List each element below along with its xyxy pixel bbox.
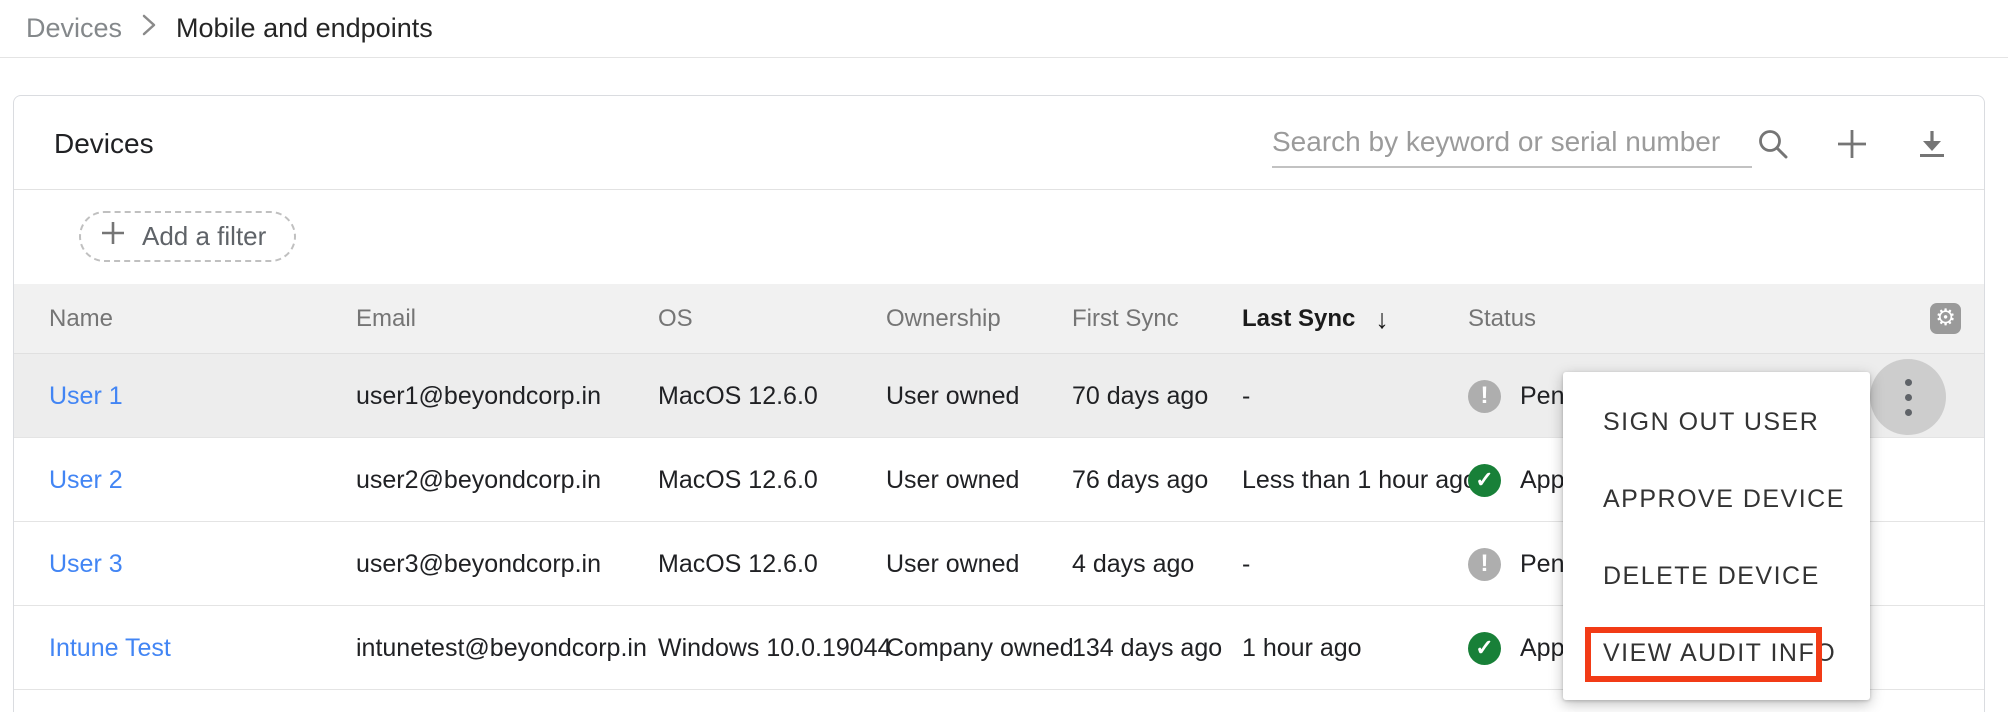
- device-name-link[interactable]: Intune Test: [49, 634, 171, 663]
- device-name-link[interactable]: User 1: [49, 382, 123, 411]
- column-header-last-sync[interactable]: Last Sync ↓: [1242, 284, 1389, 354]
- row-context-menu: SIGN OUT USER APPROVE DEVICE DELETE DEVI…: [1563, 372, 1870, 700]
- device-os: MacOS 12.6.0: [658, 354, 818, 438]
- card-header-divider: [14, 189, 1984, 190]
- device-ownership: User owned: [886, 438, 1019, 522]
- device-first-sync: 76 days ago: [1072, 438, 1208, 522]
- card-title: Devices: [54, 128, 154, 160]
- add-filter-button[interactable]: Add a filter: [79, 211, 296, 262]
- pending-status-icon: !: [1468, 380, 1501, 413]
- manage-columns-icon[interactable]: ⚙: [1930, 303, 1961, 334]
- pending-status-icon: !: [1468, 548, 1501, 581]
- device-last-sync: Less than 1 hour ago: [1242, 438, 1477, 522]
- add-icon[interactable]: [1828, 120, 1876, 168]
- device-email: user3@beyondcorp.in: [356, 522, 601, 606]
- device-os: MacOS 12.6.0: [658, 522, 818, 606]
- device-ownership: User owned: [886, 354, 1019, 438]
- device-name-link[interactable]: User 2: [49, 466, 123, 495]
- search-input[interactable]: [1272, 118, 1752, 168]
- search-icon[interactable]: [1749, 120, 1797, 168]
- approved-status-icon: ✓: [1468, 632, 1501, 665]
- download-icon[interactable]: [1908, 120, 1956, 168]
- column-header-ownership[interactable]: Ownership: [886, 284, 1001, 354]
- mobile-endpoints-page: Devices Mobile and endpoints Devices Add…: [0, 0, 2008, 712]
- breadcrumb: Devices Mobile and endpoints: [26, 0, 433, 57]
- device-email: intunetest@beyondcorp.in: [356, 606, 647, 690]
- device-first-sync: 4 days ago: [1072, 522, 1194, 606]
- add-filter-plus-icon: [99, 219, 127, 254]
- device-ownership: Company owned: [886, 606, 1074, 690]
- device-last-sync: -: [1242, 354, 1250, 438]
- page-divider: [0, 57, 2008, 58]
- kebab-menu-icon: [1905, 379, 1912, 386]
- menu-item-approve-device[interactable]: APPROVE DEVICE: [1563, 461, 1870, 538]
- sort-desc-icon: ↓: [1375, 304, 1389, 335]
- device-first-sync: 70 days ago: [1072, 354, 1208, 438]
- column-header-status[interactable]: Status: [1468, 284, 1536, 354]
- device-ownership: User owned: [886, 522, 1019, 606]
- device-name-link[interactable]: User 3: [49, 550, 123, 579]
- search-field: [1272, 118, 1752, 168]
- device-last-sync: -: [1242, 522, 1250, 606]
- approved-status-icon: ✓: [1468, 464, 1501, 497]
- menu-item-sign-out-user[interactable]: SIGN OUT USER: [1563, 384, 1870, 461]
- device-first-sync: 134 days ago: [1072, 606, 1222, 690]
- table-header: Name Email OS Ownership First Sync Last …: [14, 284, 1984, 354]
- column-header-first-sync[interactable]: First Sync: [1072, 284, 1179, 354]
- menu-item-delete-device[interactable]: DELETE DEVICE: [1563, 538, 1870, 615]
- add-filter-label: Add a filter: [142, 221, 266, 252]
- row-actions-button[interactable]: [1870, 359, 1946, 435]
- column-header-os[interactable]: OS: [658, 284, 693, 354]
- breadcrumb-current: Mobile and endpoints: [176, 13, 433, 44]
- device-os: Windows 10.0.19044: [658, 606, 891, 690]
- device-email: user1@beyondcorp.in: [356, 354, 601, 438]
- device-email: user2@beyondcorp.in: [356, 438, 601, 522]
- column-header-name[interactable]: Name: [49, 284, 113, 354]
- device-os: MacOS 12.6.0: [658, 438, 818, 522]
- column-header-email[interactable]: Email: [356, 284, 416, 354]
- device-last-sync: 1 hour ago: [1242, 606, 1362, 690]
- breadcrumb-devices[interactable]: Devices: [26, 13, 122, 44]
- menu-item-view-audit-info[interactable]: VIEW AUDIT INFO: [1563, 615, 1870, 692]
- chevron-right-icon: [141, 12, 157, 45]
